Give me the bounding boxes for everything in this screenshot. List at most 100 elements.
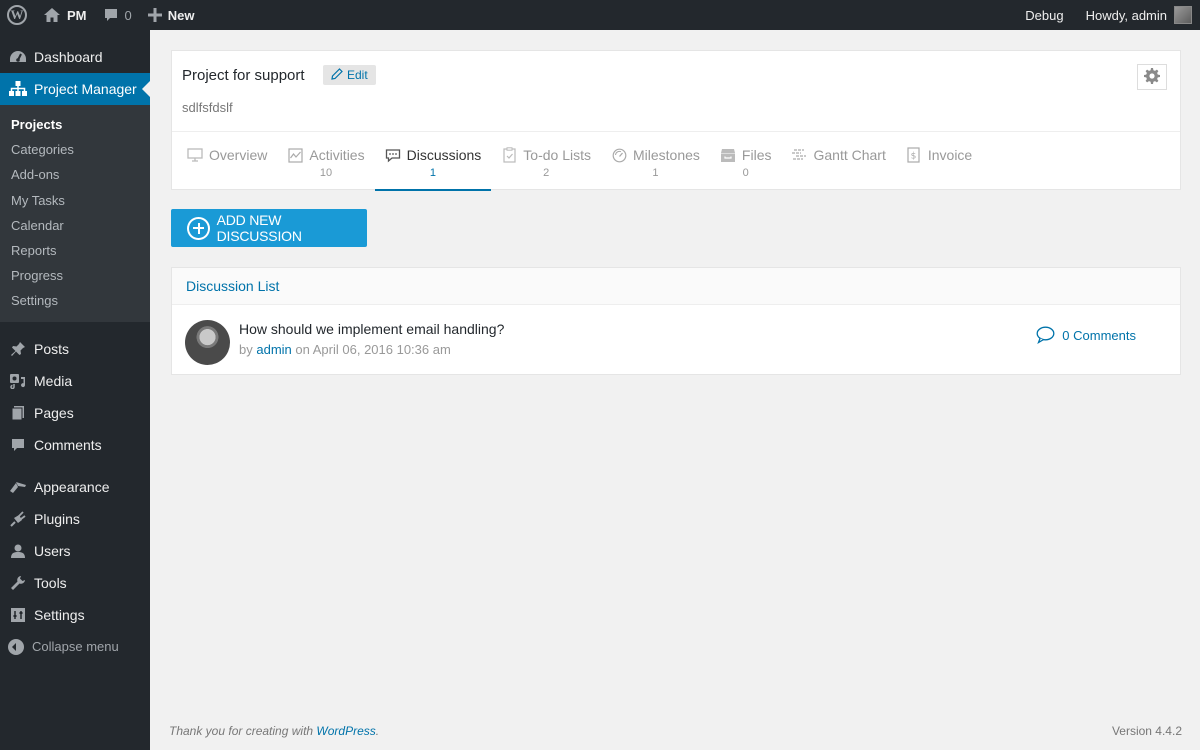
howdy-greeting: Howdy, admin [1085,7,1167,23]
comment-bubble-icon [103,7,119,23]
wordpress-link[interactable]: WordPress [316,724,375,738]
tab-todo-lists-label: To-do Lists [523,147,591,163]
activity-chart-icon [287,147,303,163]
comments-count-label: 0 Comments [1062,327,1136,343]
menu-settings[interactable]: Settings [0,599,150,631]
project-settings-button[interactable] [1137,64,1167,90]
menu-project-manager[interactable]: Project Manager [0,73,150,105]
tab-discussions-label: Discussions [406,147,482,163]
menu-pages[interactable]: Pages [0,397,150,429]
pin-icon [8,339,28,359]
discussion-list-header: Discussion List [172,268,1180,305]
collapse-menu-label: Collapse menu [32,639,119,654]
comments-link[interactable]: 0 [95,0,140,30]
tab-files-label: Files [741,147,772,163]
sitemap-icon [8,79,28,99]
edit-label: Edit [347,68,368,82]
tab-activities[interactable]: Activities 10 [277,132,374,190]
submenu-calendar[interactable]: Calendar [0,213,150,238]
menu-pages-label: Pages [34,404,74,421]
submenu-reports[interactable]: Reports [0,238,150,263]
tab-milestones-count: 1 [652,167,659,179]
site-name-link[interactable]: PM [35,0,95,30]
tab-invoice-count [906,167,972,179]
menu-project-manager-label: Project Manager [34,81,137,97]
plus-circle-icon [187,216,210,240]
comment-bubble-outline-icon [1036,326,1055,344]
debug-label: Debug [1025,7,1064,23]
by-label: by [239,342,253,357]
menu-appearance[interactable]: Appearance [0,471,150,503]
tab-discussions[interactable]: Discussions 1 [374,132,492,191]
comment-icon [8,435,28,455]
submenu-add-ons[interactable]: Add-ons [0,162,150,187]
site-name: PM [67,7,87,23]
tab-milestones-label: Milestones [633,147,700,163]
tab-milestones[interactable]: Milestones 1 [601,132,710,190]
menu-posts[interactable]: Posts [0,333,150,365]
menu-posts-label: Posts [34,340,70,357]
posted-date: on April 06, 2016 10:36 am [295,342,451,357]
footer-thanks-suffix: . [375,724,380,738]
submenu-projects[interactable]: Projects [0,112,150,137]
menu-tools[interactable]: Tools [0,567,150,599]
settings-sliders-icon [8,605,28,625]
project-manager-submenu: Projects Categories Add-ons My Tasks Cal… [0,105,150,322]
submenu-progress[interactable]: Progress [0,263,150,288]
menu-settings-label: Settings [34,606,85,623]
author-avatar [185,320,230,365]
tab-overview[interactable]: Overview [177,132,277,190]
submenu-my-tasks[interactable]: My Tasks [0,188,150,213]
add-new-discussion-button[interactable]: ADD NEW DISCUSSION [171,209,367,247]
collapse-menu-button[interactable]: Collapse menu [0,631,150,663]
monitor-icon [187,147,203,163]
menu-appearance-label: Appearance [34,478,110,495]
discussion-list-item: How should we implement email handling? … [172,305,1180,375]
project-tabs: Overview Activities 10 Discussions 1 To-… [172,132,982,191]
menu-media-label: Media [34,372,73,389]
admin-bar: W PM 0 New Debug Howdy, admin [0,0,1200,30]
tab-todo-lists[interactable]: To-do Lists 2 [491,132,601,190]
tab-invoice-label: Invoice [927,147,973,163]
tab-activities-label: Activities [309,147,365,163]
brush-icon [8,477,28,497]
edit-project-button[interactable]: Edit [323,65,376,85]
tab-todo-lists-count: 2 [543,167,550,179]
menu-comments-label: Comments [34,436,102,453]
tab-files-count: 0 [742,167,749,179]
pages-icon [8,403,28,423]
menu-dashboard[interactable]: Dashboard [0,41,150,73]
menu-media[interactable]: Media [0,365,150,397]
main-content: Project for support Edit sdlfsfdslf Over… [150,30,1200,750]
pencil-icon [331,67,343,83]
discussion-list: Discussion List How should we implement … [171,267,1181,375]
tab-gantt-chart-label: Gantt Chart [813,147,886,163]
new-label: New [167,7,195,23]
collapse-arrow-icon [8,638,24,655]
plugin-icon [8,509,28,529]
tab-gantt-chart-count [791,167,885,179]
menu-users[interactable]: Users [0,535,150,567]
menu-plugins[interactable]: Plugins [0,503,150,535]
submenu-settings[interactable]: Settings [0,288,150,313]
author-link[interactable]: admin [256,342,291,357]
tab-invoice[interactable]: $ Invoice [896,132,982,190]
tab-gantt-chart[interactable]: Gantt Chart [781,132,895,190]
archive-box-icon [720,147,736,163]
submenu-categories[interactable]: Categories [0,137,150,162]
discussion-icon [385,147,401,163]
comments-count-link[interactable]: 0 Comments [1036,326,1136,344]
gauge-icon [611,147,627,163]
tab-activities-count: 10 [319,167,333,179]
invoice-dollar-icon: $ [906,147,922,163]
my-account-menu[interactable]: Howdy, admin [1078,0,1200,30]
gantt-icon [791,147,807,163]
wordpress-logo-icon: W [7,5,27,25]
discussion-title-link[interactable]: How should we implement email handling? [239,321,504,337]
wp-logo-menu[interactable]: W [0,0,35,30]
tab-files[interactable]: Files 0 [710,132,782,190]
new-content-link[interactable]: New [140,0,203,30]
debug-link[interactable]: Debug [1017,0,1077,30]
tab-overview-count [187,167,267,179]
menu-comments[interactable]: Comments [0,429,150,461]
